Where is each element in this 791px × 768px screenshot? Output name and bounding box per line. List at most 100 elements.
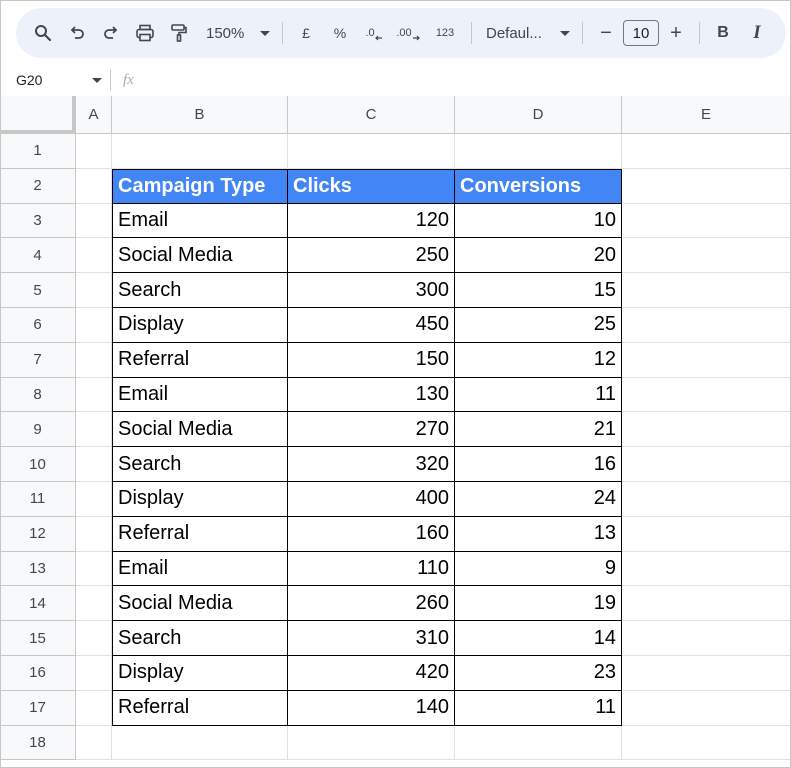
row-header[interactable]: 7 bbox=[0, 342, 76, 378]
row-header[interactable]: 8 bbox=[0, 377, 76, 413]
row-header[interactable]: 13 bbox=[0, 551, 76, 587]
row-header[interactable]: 1 bbox=[0, 134, 76, 169]
table-cell[interactable]: 120 bbox=[288, 203, 455, 239]
row-header[interactable]: 5 bbox=[0, 273, 76, 308]
cell-d1[interactable] bbox=[455, 134, 622, 169]
table-cell[interactable]: Referral bbox=[112, 516, 288, 552]
table-cell[interactable]: 310 bbox=[288, 621, 455, 656]
cell-a11[interactable] bbox=[76, 481, 112, 517]
print-icon[interactable] bbox=[128, 16, 162, 50]
row-header[interactable]: 15 bbox=[0, 621, 76, 656]
cell-a4[interactable] bbox=[76, 238, 112, 274]
column-header-d[interactable]: D bbox=[455, 96, 622, 134]
table-cell[interactable]: 11 bbox=[455, 377, 622, 413]
table-cell[interactable]: Display bbox=[112, 307, 288, 343]
table-cell[interactable]: 20 bbox=[455, 238, 622, 274]
cell-b18[interactable] bbox=[112, 725, 288, 761]
table-cell[interactable]: 140 bbox=[288, 690, 455, 726]
table-cell[interactable]: Social Media bbox=[112, 412, 288, 448]
cell-e2[interactable] bbox=[622, 168, 791, 204]
increase-font-size-button[interactable]: + bbox=[659, 16, 693, 50]
row-header[interactable]: 18 bbox=[0, 725, 76, 761]
table-cell[interactable]: 400 bbox=[288, 481, 455, 517]
cell-a3[interactable] bbox=[76, 203, 112, 239]
cell-e10[interactable] bbox=[622, 447, 791, 482]
table-cell[interactable]: 10 bbox=[455, 203, 622, 239]
search-icon[interactable] bbox=[26, 16, 60, 50]
column-header-a[interactable]: A bbox=[76, 96, 112, 134]
cell-a12[interactable] bbox=[76, 516, 112, 552]
cell-e1[interactable] bbox=[622, 134, 791, 169]
column-header-e[interactable]: E bbox=[622, 96, 791, 134]
decrease-font-size-button[interactable]: − bbox=[589, 16, 623, 50]
table-cell[interactable]: 420 bbox=[288, 655, 455, 691]
cell-a2[interactable] bbox=[76, 168, 112, 204]
name-box[interactable]: G20 bbox=[0, 64, 110, 96]
cell-a16[interactable] bbox=[76, 655, 112, 691]
table-cell[interactable]: Email bbox=[112, 551, 288, 587]
table-cell[interactable]: 320 bbox=[288, 447, 455, 482]
cell-a5[interactable] bbox=[76, 273, 112, 308]
column-header-c[interactable]: C bbox=[288, 96, 455, 134]
cell-e8[interactable] bbox=[622, 377, 791, 413]
table-cell[interactable]: Email bbox=[112, 203, 288, 239]
cell-a14[interactable] bbox=[76, 586, 112, 622]
row-header[interactable]: 10 bbox=[0, 447, 76, 482]
table-cell[interactable]: Search bbox=[112, 621, 288, 656]
undo-icon[interactable] bbox=[60, 16, 94, 50]
cell-e6[interactable] bbox=[622, 307, 791, 343]
table-cell[interactable]: 9 bbox=[455, 551, 622, 587]
table-cell[interactable]: Email bbox=[112, 377, 288, 413]
row-header[interactable]: 16 bbox=[0, 655, 76, 691]
row-header[interactable]: 17 bbox=[0, 690, 76, 726]
cell-a10[interactable] bbox=[76, 447, 112, 482]
table-cell[interactable]: Referral bbox=[112, 690, 288, 726]
cell-e9[interactable] bbox=[622, 412, 791, 448]
cell-e12[interactable] bbox=[622, 516, 791, 552]
italic-button[interactable]: I bbox=[740, 16, 774, 50]
table-cell[interactable]: 250 bbox=[288, 238, 455, 274]
zoom-select[interactable]: 150% bbox=[196, 16, 276, 50]
cell-e15[interactable] bbox=[622, 621, 791, 656]
table-cell[interactable]: 130 bbox=[288, 377, 455, 413]
cell-e14[interactable] bbox=[622, 586, 791, 622]
decrease-decimal-button[interactable]: .0 bbox=[357, 16, 391, 50]
table-cell[interactable]: 150 bbox=[288, 342, 455, 378]
cell-a18[interactable] bbox=[76, 725, 112, 761]
increase-decimal-button[interactable]: .00 bbox=[391, 16, 425, 50]
cell-a1[interactable] bbox=[76, 134, 112, 169]
table-cell[interactable]: Search bbox=[112, 447, 288, 482]
row-header[interactable]: 4 bbox=[0, 238, 76, 274]
cell-a17[interactable] bbox=[76, 690, 112, 726]
table-cell[interactable]: 16 bbox=[455, 447, 622, 482]
cell-e11[interactable] bbox=[622, 481, 791, 517]
cell-a9[interactable] bbox=[76, 412, 112, 448]
bold-button[interactable]: B bbox=[706, 16, 740, 50]
table-cell[interactable]: 25 bbox=[455, 307, 622, 343]
cell-e5[interactable] bbox=[622, 273, 791, 308]
cell-a7[interactable] bbox=[76, 342, 112, 378]
table-cell[interactable]: 270 bbox=[288, 412, 455, 448]
table-cell[interactable]: 110 bbox=[288, 551, 455, 587]
table-cell[interactable]: 21 bbox=[455, 412, 622, 448]
cell-a13[interactable] bbox=[76, 551, 112, 587]
cell-c1[interactable] bbox=[288, 134, 455, 169]
row-header[interactable]: 3 bbox=[0, 203, 76, 239]
cell-a15[interactable] bbox=[76, 621, 112, 656]
row-header[interactable]: 6 bbox=[0, 307, 76, 343]
select-all-corner[interactable] bbox=[0, 96, 76, 134]
row-header[interactable]: 9 bbox=[0, 412, 76, 448]
more-formats-button[interactable]: 123 bbox=[425, 16, 465, 50]
cell-e18[interactable] bbox=[622, 725, 791, 761]
table-cell[interactable]: 260 bbox=[288, 586, 455, 622]
currency-format-button[interactable]: £ bbox=[289, 16, 323, 50]
cell-e17[interactable] bbox=[622, 690, 791, 726]
table-header-cell[interactable]: Campaign Type bbox=[112, 168, 288, 204]
table-cell[interactable]: 300 bbox=[288, 273, 455, 308]
cell-a8[interactable] bbox=[76, 377, 112, 413]
table-cell[interactable]: 13 bbox=[455, 516, 622, 552]
table-cell[interactable]: 19 bbox=[455, 586, 622, 622]
table-cell[interactable]: Search bbox=[112, 273, 288, 308]
percent-format-button[interactable]: % bbox=[323, 16, 357, 50]
redo-icon[interactable] bbox=[94, 16, 128, 50]
